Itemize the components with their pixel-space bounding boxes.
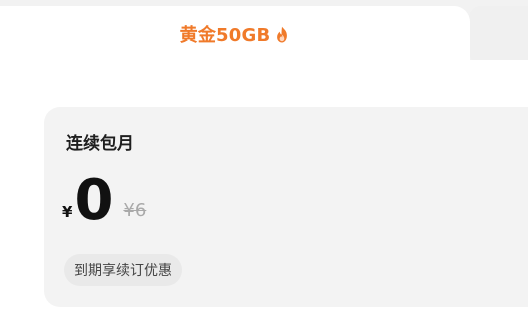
original-price: ¥6 <box>123 200 147 221</box>
content-panel: 连续包月 ¥ 0 ¥6 到期享续订优惠 <box>0 60 528 330</box>
plan-card[interactable]: 连续包月 ¥ 0 ¥6 到期享续订优惠 <box>44 107 528 307</box>
tab-active-label-row: 黄金50GB <box>0 6 470 62</box>
tab-inactive[interactable] <box>469 6 528 64</box>
promo-badge: 到期享续订优惠 <box>64 254 182 286</box>
current-price: 0 <box>74 168 114 233</box>
plan-title: 连续包月 <box>66 134 134 154</box>
tab-active[interactable]: 黄金50GB <box>0 6 470 86</box>
subscription-screen: 连续包月 ¥ 0 ¥6 到期享续订优惠 黄金50GB <box>0 0 528 330</box>
currency-symbol: ¥ <box>62 203 73 221</box>
price-row: ¥ 0 ¥6 <box>62 169 146 229</box>
tab-active-label: 黄金50GB <box>179 25 271 46</box>
fire-icon <box>274 26 290 44</box>
